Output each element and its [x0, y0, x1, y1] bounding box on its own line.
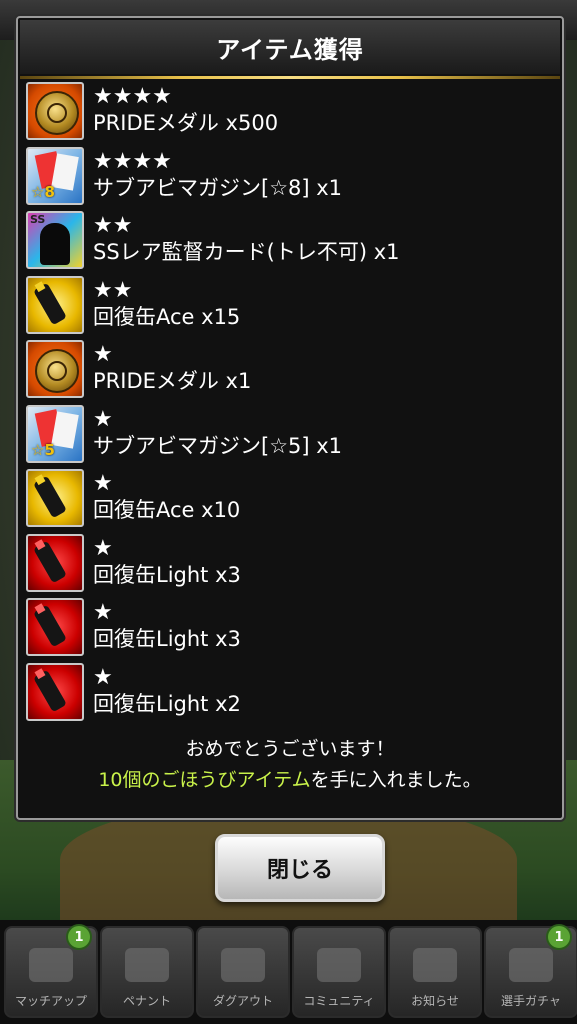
item-acquired-dialog: アイテム獲得 ★★★★ PRIDEメダル x500 ☆8 ★★★★ サブアビマガ… — [16, 16, 564, 820]
item-name: PRIDEメダル x500 — [93, 111, 279, 136]
close-button[interactable]: 閉じる — [215, 834, 385, 902]
list-item: ★ 回復缶Light x3 — [18, 595, 562, 660]
nav-item-dugout[interactable]: ダグアウト — [196, 926, 290, 1018]
list-item: SS ★★ SSレア監督カード(トレ不可) x1 — [18, 208, 562, 273]
item-name: 回復缶Light x2 — [93, 691, 241, 716]
item-list: ★★★★ PRIDEメダル x500 ☆8 ★★★★ サブアビマガジン[☆8] … — [18, 79, 562, 724]
reward-summary-rest: を手に入れました。 — [310, 769, 482, 791]
list-item: ★ 回復缶Ace x10 — [18, 466, 562, 531]
item-name: 回復缶Ace x15 — [93, 304, 241, 329]
item-name: PRIDEメダル x1 — [93, 369, 252, 394]
medal-icon — [26, 340, 84, 399]
item-name: 回復缶Light x3 — [93, 562, 241, 587]
nav-item-community[interactable]: コミュニティ — [292, 926, 386, 1018]
magazine-icon: ☆5 — [26, 404, 84, 463]
item-rarity: ★★ — [93, 213, 133, 239]
list-item: ★★ 回復缶Ace x15 — [18, 273, 562, 338]
card-rank-badge: SS — [30, 213, 46, 227]
matchup-icon — [29, 948, 73, 982]
item-rarity: ★ — [93, 342, 113, 368]
reward-count-highlight: 10個のごほうびアイテム — [98, 769, 311, 791]
manager-card-icon: SS — [26, 211, 84, 270]
item-grade-badge: ☆5 — [31, 440, 55, 459]
nav-label: ダグアウト — [212, 994, 273, 1008]
dugout-icon — [221, 948, 265, 982]
magazine-icon: ☆8 — [26, 146, 84, 205]
light-can-icon — [26, 533, 84, 592]
item-rarity: ★★★★ — [93, 84, 172, 110]
item-grade-badge: ☆8 — [31, 182, 55, 201]
item-rarity: ★ — [93, 406, 113, 432]
ace-can-icon — [26, 469, 84, 528]
megaphone-icon — [413, 948, 457, 982]
item-rarity: ★ — [93, 535, 113, 561]
list-item: ☆8 ★★★★ サブアビマガジン[☆8] x1 — [18, 144, 562, 209]
nav-item-pennant[interactable]: ペナント — [100, 926, 194, 1018]
nav-label: マッチアップ — [14, 994, 87, 1008]
bottom-nav: 1 マッチアップ ペナント ダグアウト コミュニティ お知らせ 1 選手ガチャ — [0, 920, 577, 1024]
item-name: 回復缶Ace x10 — [93, 498, 241, 523]
ace-can-icon — [26, 275, 84, 334]
nav-label: 選手ガチャ — [501, 994, 561, 1008]
list-item: ★★★★ PRIDEメダル x500 — [18, 79, 562, 144]
light-can-icon — [26, 662, 84, 721]
nav-label: お知らせ — [411, 994, 459, 1008]
nav-label: コミュニティ — [303, 994, 375, 1008]
nav-item-news[interactable]: お知らせ — [388, 926, 482, 1018]
light-can-icon — [26, 598, 84, 657]
list-item: ★ PRIDEメダル x1 — [18, 337, 562, 402]
nav-label: ペナント — [122, 994, 171, 1008]
congratulations-text: おめでとうございます！ — [185, 738, 395, 760]
gacha-icon — [509, 948, 553, 982]
reward-message: おめでとうございます！ 10個のごほうびアイテムを手に入れました。 — [18, 734, 562, 796]
reward-summary-text: 10個のごほうびアイテムを手に入れました。 — [18, 764, 562, 796]
item-name: サブアビマガジン[☆8] x1 — [93, 175, 343, 200]
nav-item-matchup[interactable]: 1 マッチアップ — [4, 924, 98, 1018]
medal-icon — [26, 82, 84, 141]
list-item: ☆5 ★ サブアビマガジン[☆5] x1 — [18, 402, 562, 467]
notification-badge: 1 — [546, 924, 572, 950]
item-rarity: ★ — [93, 664, 113, 690]
list-item: ★ 回復缶Light x2 — [18, 660, 562, 725]
item-rarity: ★★ — [93, 277, 133, 303]
item-name: サブアビマガジン[☆5] x1 — [93, 433, 343, 458]
nav-item-player-gacha[interactable]: 1 選手ガチャ — [484, 924, 577, 1018]
item-name: SSレア監督カード(トレ不可) x1 — [93, 240, 400, 265]
dialog-title: アイテム獲得 — [20, 20, 560, 74]
item-name: 回復缶Light x3 — [93, 627, 241, 652]
pennant-icon — [125, 948, 169, 982]
item-rarity: ★ — [93, 471, 113, 497]
list-item: ★ 回復缶Light x3 — [18, 531, 562, 596]
item-rarity: ★★★★ — [93, 148, 172, 174]
community-icon — [317, 948, 361, 982]
notification-badge: 1 — [66, 924, 92, 950]
item-rarity: ★ — [93, 600, 113, 626]
